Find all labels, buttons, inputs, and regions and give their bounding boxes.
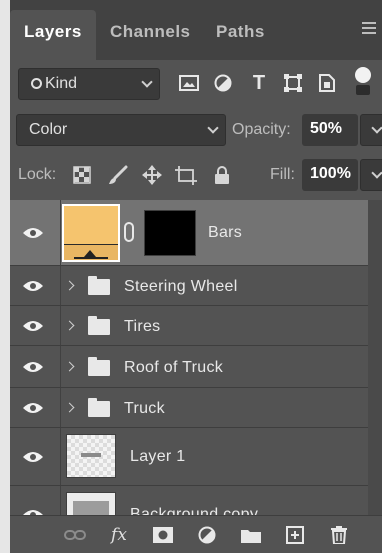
fill-dropdown[interactable] <box>360 159 382 191</box>
link-layers-icon[interactable] <box>64 524 86 546</box>
adjustment-filter-icon[interactable] <box>210 70 236 96</box>
layer-row-layer-1[interactable]: Layer 1 <box>10 428 368 486</box>
filter-kind-label: Kind <box>45 75 78 92</box>
visibility-eye-icon[interactable] <box>22 508 44 515</box>
layer-thumbnail[interactable] <box>66 492 116 515</box>
type-filter-icon[interactable]: T <box>246 70 272 96</box>
panel-tabs: Layers Channels Paths <box>10 0 382 60</box>
chevron-down-icon <box>141 76 153 88</box>
visibility-eye-icon[interactable] <box>22 360 44 374</box>
adjustment-thumbnail[interactable] <box>62 204 120 262</box>
visibility-eye-icon[interactable] <box>22 450 44 464</box>
visibility-eye-icon[interactable] <box>22 319 44 333</box>
layers-bottom-toolbar: fx <box>10 515 382 553</box>
lock-transparent-pixels-icon[interactable] <box>70 163 94 187</box>
chevron-down-icon <box>371 167 382 179</box>
layer-row-background-copy[interactable]: Background copy <box>10 486 368 515</box>
opacity-label: Opacity: <box>232 121 291 138</box>
blend-mode-select[interactable]: Color <box>16 114 226 146</box>
expand-chevron-icon[interactable] <box>64 320 75 331</box>
opacity-input[interactable]: 50% <box>302 114 358 146</box>
lock-artboard-icon[interactable] <box>174 163 198 187</box>
opacity-dropdown[interactable] <box>360 114 382 146</box>
layer-row-steering-wheel[interactable]: Steering Wheel <box>10 266 368 306</box>
visibility-eye-icon[interactable] <box>22 401 44 415</box>
chevron-down-icon <box>371 122 382 134</box>
layer-row-roof-of-truck[interactable]: Roof of Truck <box>10 346 368 388</box>
smart-object-filter-icon[interactable] <box>314 70 340 96</box>
layers-scrollbar[interactable] <box>368 200 382 515</box>
folder-icon <box>88 316 110 335</box>
expand-chevron-icon[interactable] <box>64 402 75 413</box>
layer-row-tires[interactable]: Tires <box>10 306 368 346</box>
fill-label: Fill: <box>270 166 295 183</box>
shape-filter-icon[interactable] <box>280 70 306 96</box>
tab-layers[interactable]: Layers <box>10 10 96 60</box>
expand-chevron-icon[interactable] <box>64 280 75 291</box>
expand-chevron-icon[interactable] <box>64 361 75 372</box>
filter-kind-select[interactable]: Kind <box>18 68 160 100</box>
layers-list: Bars Steering Wheel Tires Roof of Truck <box>10 200 382 515</box>
image-filter-icon[interactable] <box>176 70 202 96</box>
layer-name: Truck <box>124 400 165 417</box>
folder-icon <box>88 357 110 376</box>
layer-thumbnail[interactable] <box>66 434 116 478</box>
trash-icon[interactable] <box>328 524 350 546</box>
lock-all-icon[interactable] <box>210 163 234 187</box>
link-chain-icon[interactable] <box>124 222 134 242</box>
folder-icon <box>88 398 110 417</box>
lock-image-pixels-icon[interactable] <box>106 163 130 187</box>
fx-icon[interactable]: fx <box>108 524 130 546</box>
blend-mode-value: Color <box>29 121 68 138</box>
new-adjustment-icon[interactable] <box>196 524 218 546</box>
new-group-icon[interactable] <box>240 524 262 546</box>
filter-toggle-icon[interactable] <box>350 67 376 95</box>
layers-panel: Layers Channels Paths Kind T Color Opaci… <box>10 0 382 553</box>
folder-icon <box>88 276 110 295</box>
layer-name: Bars <box>208 224 243 241</box>
search-icon <box>31 78 42 89</box>
visibility-eye-icon[interactable] <box>22 279 44 293</box>
layer-name: Layer 1 <box>130 448 186 465</box>
tab-channels[interactable]: Channels <box>96 10 205 60</box>
layer-name: Roof of Truck <box>124 359 224 376</box>
lock-position-icon[interactable] <box>140 163 164 187</box>
new-layer-icon[interactable] <box>284 524 306 546</box>
layer-row-truck[interactable]: Truck <box>10 388 368 428</box>
layer-name: Background copy <box>130 506 259 515</box>
layer-mask-thumbnail[interactable] <box>144 210 196 256</box>
panel-menu-icon[interactable] <box>362 22 376 34</box>
layer-name: Tires <box>124 318 161 335</box>
chevron-down-icon <box>207 122 219 134</box>
tab-paths[interactable]: Paths <box>202 10 279 60</box>
layer-name: Steering Wheel <box>124 278 238 295</box>
fill-input[interactable]: 100% <box>302 159 358 191</box>
lock-label: Lock: <box>18 166 57 183</box>
layer-row-bars[interactable]: Bars <box>10 200 368 266</box>
visibility-eye-icon[interactable] <box>22 226 44 240</box>
add-mask-icon[interactable] <box>152 524 174 546</box>
